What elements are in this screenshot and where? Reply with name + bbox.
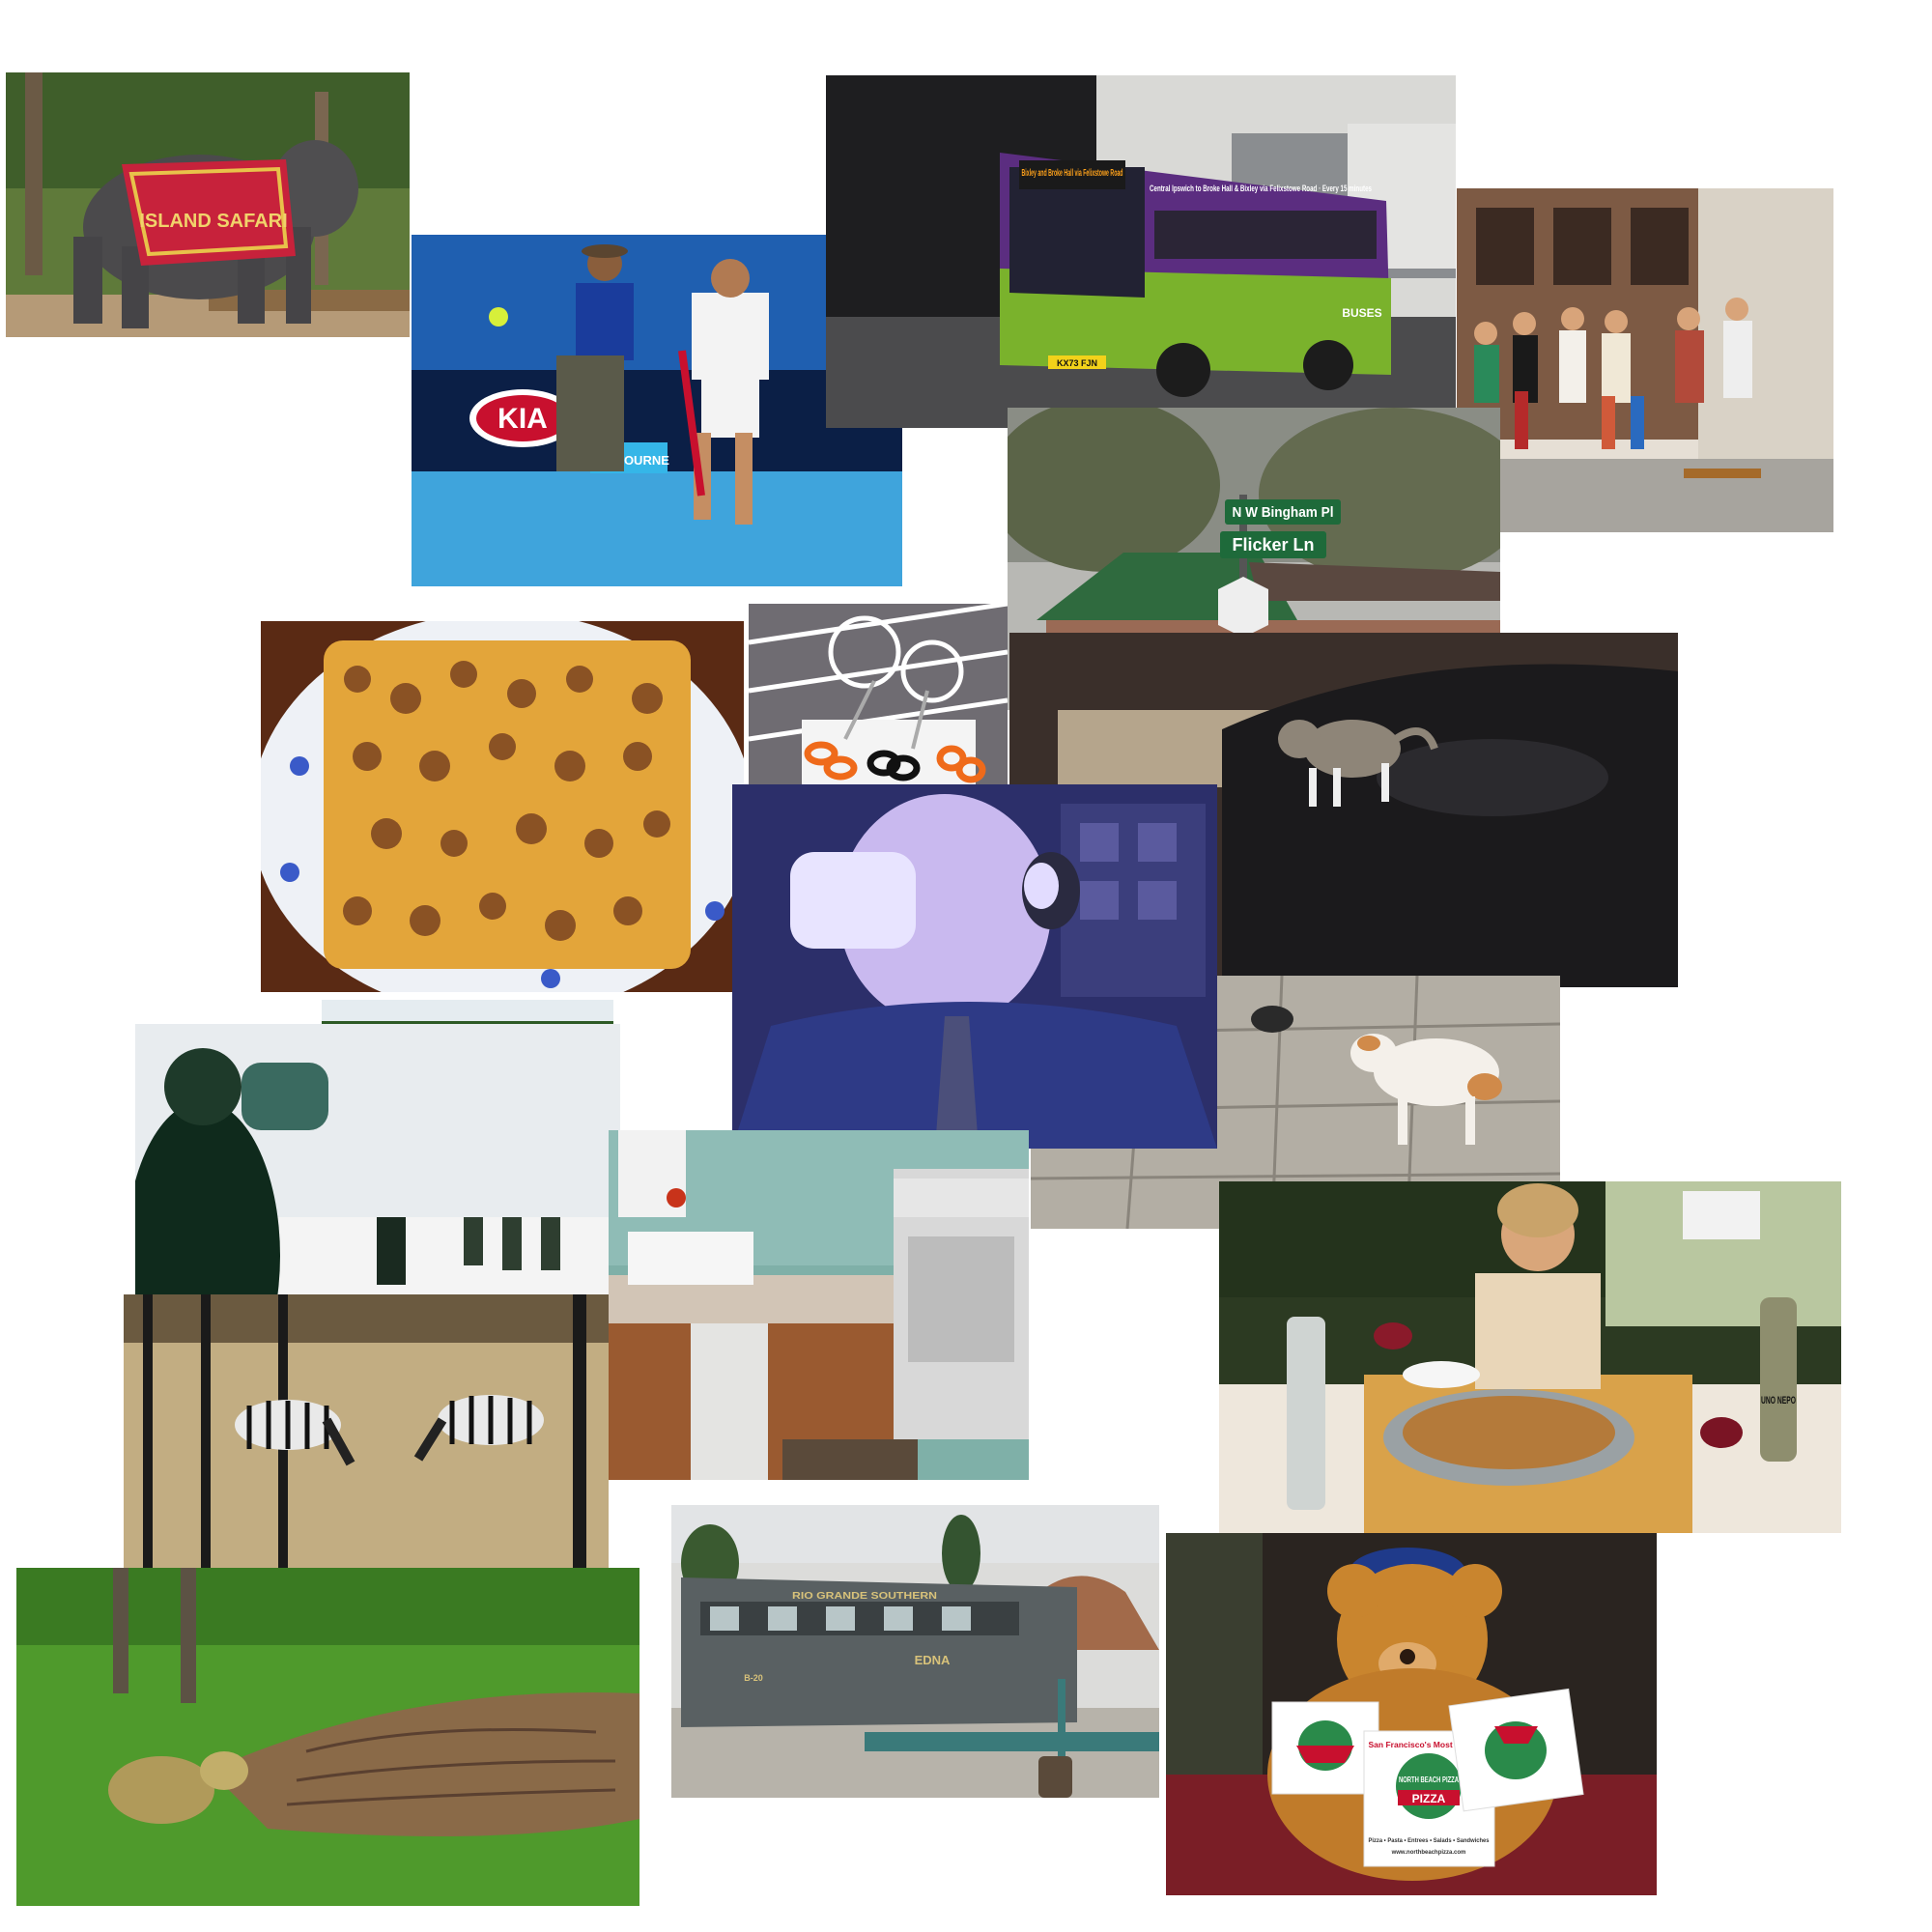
bottle-label-text: UNO NEPO (1761, 1395, 1796, 1406)
photo-goose (16, 1568, 639, 1906)
photo-elephant: ISLAND SAFARI (6, 72, 410, 337)
photo-skaters (1457, 188, 1833, 532)
bus-plate-text: KX73 FJN (1057, 358, 1097, 368)
elephant-cloth-text: ISLAND SAFARI (139, 211, 287, 232)
pizza-box-sub: PIZZA (1412, 1792, 1446, 1805)
train-car-number: B-20 (744, 1673, 763, 1683)
photo-kitchen (609, 1130, 1029, 1480)
photo-walnut-cake (261, 621, 744, 992)
train-railroad-text: RIO GRANDE SOUTHERN (792, 1591, 937, 1602)
photo-teddy-bear: San Francisco's Most Awarded NORTH BEACH… (1166, 1533, 1657, 1895)
pizza-box-url: www.northbeachpizza.com (1391, 1850, 1466, 1856)
photo-train: RIO GRANDE SOUTHERN EDNA B-20 (671, 1505, 1159, 1798)
bus-side-text: Central Ipswich to Broke Hall & Bixley v… (1150, 184, 1372, 193)
bus-brand-text: BUSES (1342, 306, 1381, 320)
pizza-box-menu: Pizza • Pasta • Entrees • Salads • Sandw… (1369, 1838, 1491, 1844)
pizza-box-brand: NORTH BEACH PIZZA (1399, 1776, 1459, 1784)
tennis-sign-text: KIA (497, 403, 548, 435)
train-car-name: EDNA (915, 1653, 951, 1667)
street-sign-2: Flicker Ln (1232, 535, 1314, 554)
photo-scissors (749, 604, 1008, 792)
photo-bus: Bixley and Broke Hall via Felixstowe Roa… (826, 75, 1456, 428)
bus-destination-text: Bixley and Broke Hall via Felixstowe Roa… (1022, 168, 1123, 179)
photo-woman-dinner: UNO NEPO (1219, 1181, 1841, 1533)
street-sign-1: N W Bingham Pl (1233, 504, 1334, 521)
photo-drinking-man (732, 784, 1217, 1149)
